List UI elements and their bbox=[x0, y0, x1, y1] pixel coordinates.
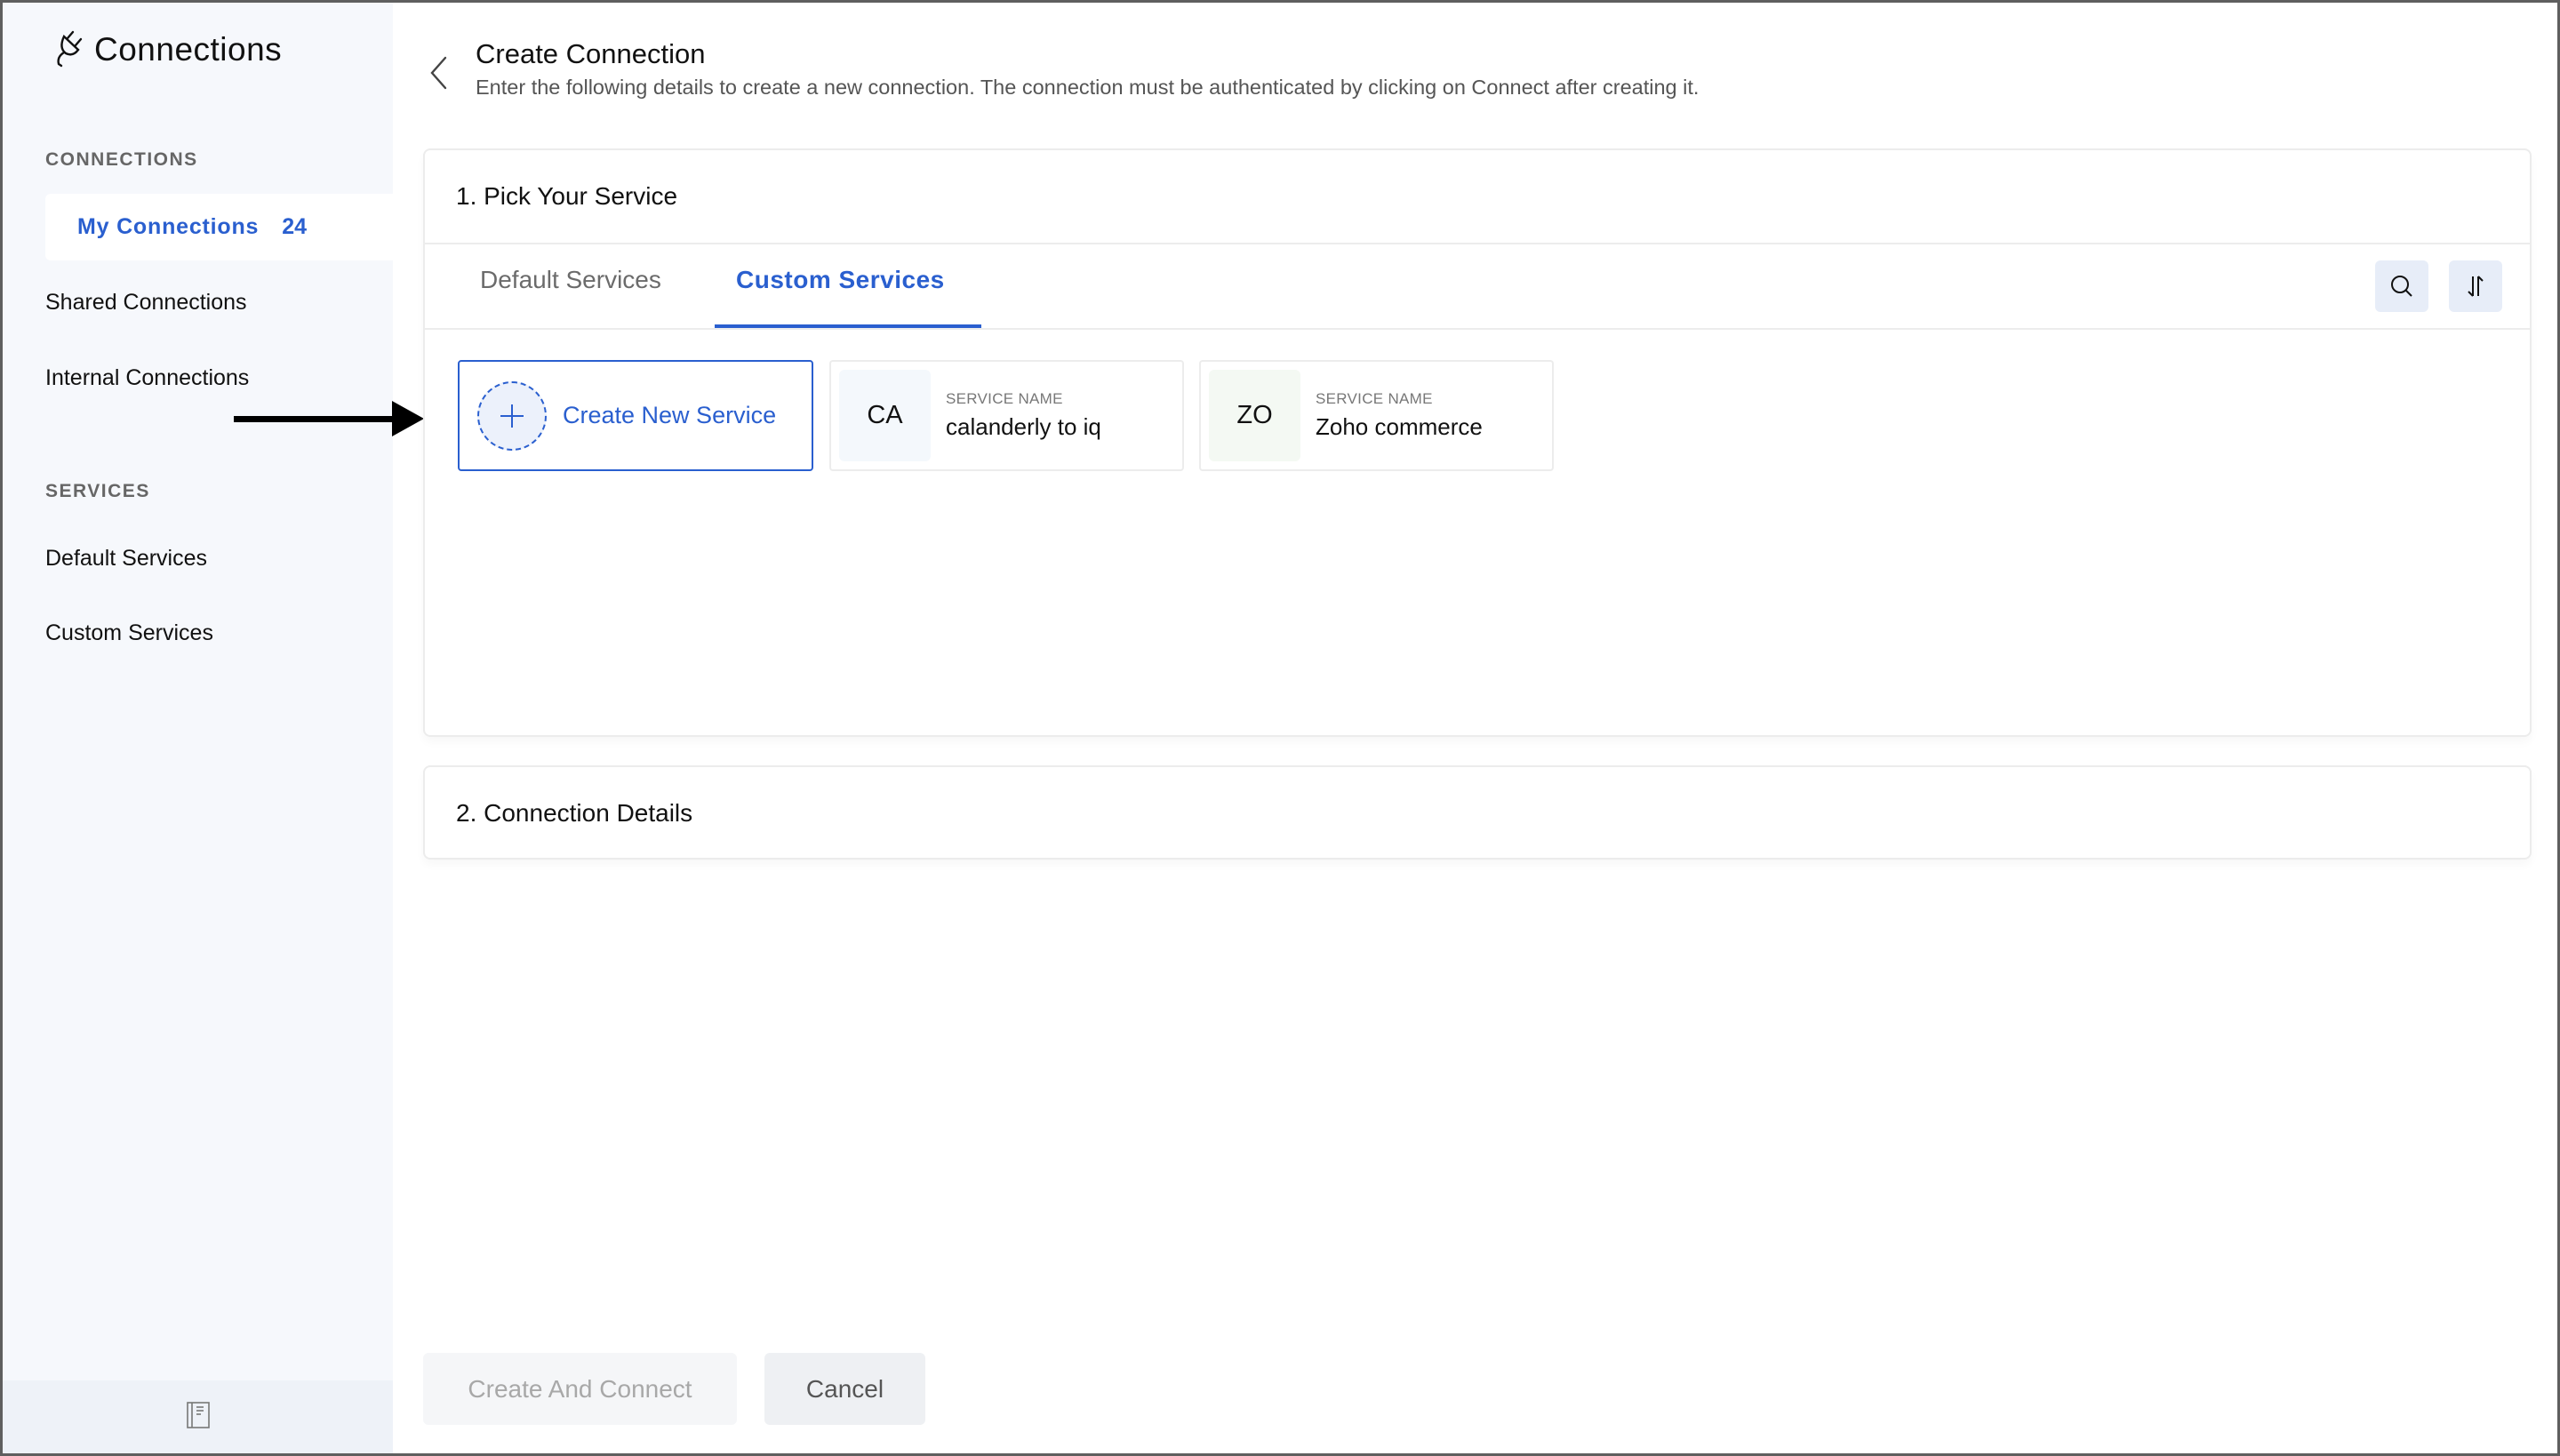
search-button[interactable] bbox=[2375, 260, 2428, 312]
plus-icon bbox=[477, 380, 547, 451]
sidebar-item-my-connections[interactable]: My Connections 24 bbox=[45, 194, 393, 260]
connection-details-title: 2. Connection Details bbox=[456, 799, 693, 827]
sidebar: Connections CONNECTIONS My Connections 2… bbox=[3, 3, 393, 1453]
sidebar-footer bbox=[3, 1380, 393, 1453]
service-card[interactable]: ZO SERVICE NAME Zoho commerce bbox=[1199, 360, 1554, 471]
service-caption: SERVICE NAME bbox=[946, 390, 1063, 407]
sidebar-brand: Connections bbox=[53, 28, 282, 72]
connections-section-label: CONNECTIONS bbox=[45, 149, 198, 170]
sidebar-item-custom-services[interactable]: Custom Services bbox=[45, 620, 213, 646]
book-icon[interactable] bbox=[186, 1401, 210, 1433]
service-name: calanderly to iq bbox=[946, 413, 1101, 440]
cancel-button[interactable]: Cancel bbox=[764, 1353, 925, 1425]
connection-details-panel[interactable]: 2. Connection Details bbox=[423, 765, 2532, 860]
sidebar-item-shared-connections[interactable]: Shared Connections bbox=[45, 290, 247, 316]
service-avatar: CA bbox=[839, 370, 931, 461]
divider bbox=[425, 328, 2530, 330]
search-icon bbox=[2391, 276, 2412, 297]
app-window: Connections CONNECTIONS My Connections 2… bbox=[3, 3, 2557, 1453]
create-new-service-label: Create New Service bbox=[563, 402, 777, 428]
pointer-arrow-icon bbox=[234, 401, 424, 436]
services-section-label: SERVICES bbox=[45, 481, 150, 501]
sidebar-item-internal-connections[interactable]: Internal Connections bbox=[45, 365, 249, 391]
plug-icon bbox=[53, 28, 85, 72]
pick-service-title: 1. Pick Your Service bbox=[456, 182, 678, 210]
sidebar-item-label: My Connections bbox=[77, 214, 260, 239]
create-new-service-card[interactable]: Create New Service bbox=[458, 360, 813, 471]
tab-default-services[interactable]: Default Services bbox=[480, 266, 661, 294]
service-caption: SERVICE NAME bbox=[1316, 390, 1433, 407]
service-avatar: ZO bbox=[1209, 370, 1300, 461]
back-chevron-icon[interactable] bbox=[428, 54, 449, 92]
create-and-connect-button[interactable]: Create And Connect bbox=[423, 1353, 737, 1425]
page-subtitle: Enter the following details to create a … bbox=[476, 76, 1700, 99]
sort-icon bbox=[2468, 276, 2484, 297]
sort-button[interactable] bbox=[2449, 260, 2502, 312]
divider bbox=[425, 243, 2530, 244]
service-card[interactable]: CA SERVICE NAME calanderly to iq bbox=[829, 360, 1184, 471]
sidebar-item-default-services[interactable]: Default Services bbox=[45, 546, 207, 572]
sidebar-title: Connections bbox=[94, 31, 283, 68]
tab-custom-services[interactable]: Custom Services bbox=[736, 266, 945, 294]
connections-count-badge: 24 bbox=[282, 214, 308, 239]
page-title: Create Connection bbox=[476, 38, 706, 69]
service-name: Zoho commerce bbox=[1316, 413, 1483, 440]
pick-service-panel: 1. Pick Your Service Default Services Cu… bbox=[423, 148, 2532, 737]
